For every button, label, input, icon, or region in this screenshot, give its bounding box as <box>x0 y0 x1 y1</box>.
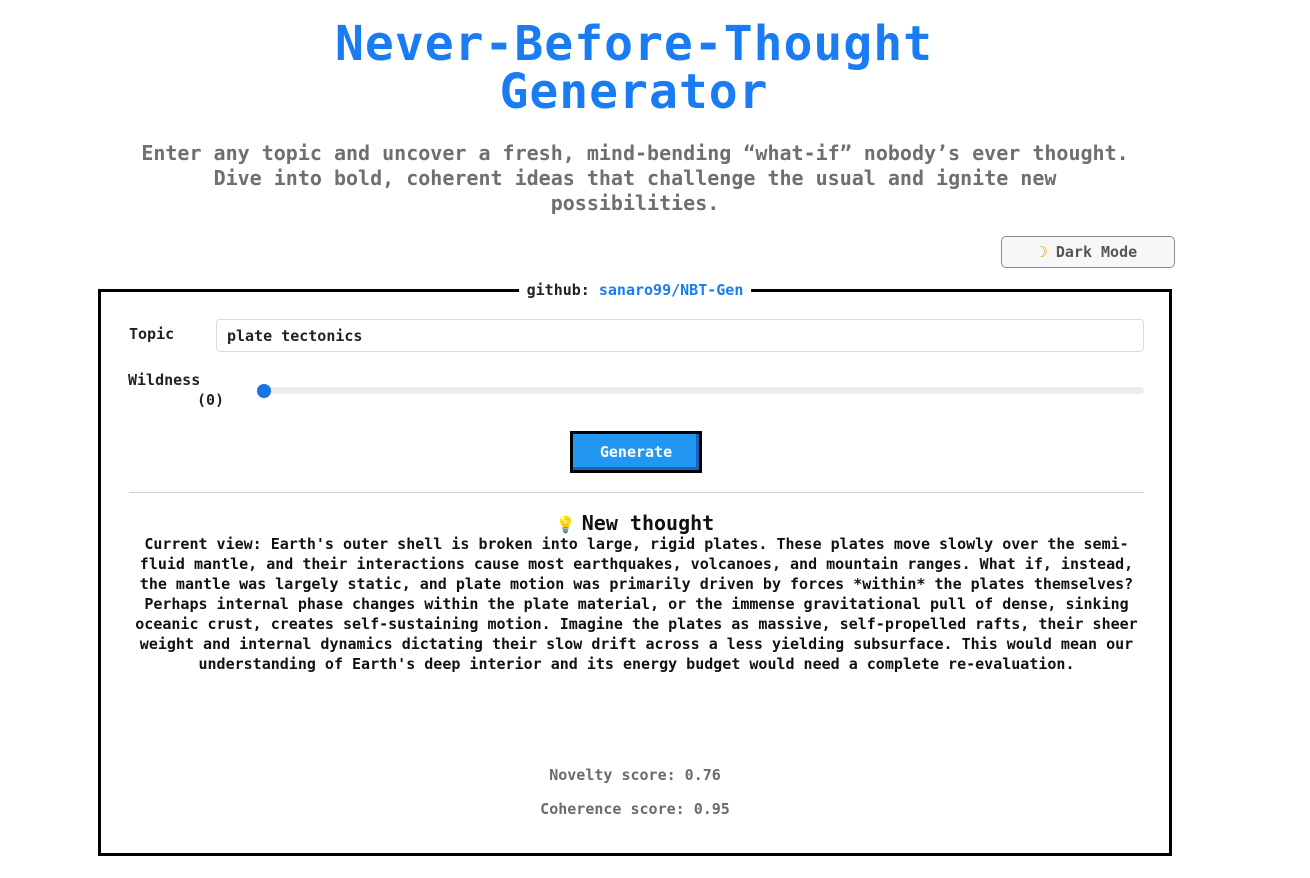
title-line-1: Never-Before-Thought <box>335 16 933 72</box>
page-subtitle: Enter any topic and uncover a fresh, min… <box>141 141 1129 215</box>
generate-button[interactable]: Generate <box>570 431 702 473</box>
wildness-value: (0) <box>197 391 225 409</box>
title-line-2: Generator <box>499 64 769 120</box>
moon-icon: ☽ <box>1038 243 1048 261</box>
topic-input-value: plate tectonics <box>227 326 363 345</box>
topic-input[interactable]: plate tectonics <box>216 319 1144 352</box>
thought-heading: 💡 New thought <box>101 511 1169 535</box>
github-link[interactable]: sanaro99/NBT-Gen <box>599 281 744 299</box>
dark-mode-label: Dark Mode <box>1055 243 1138 261</box>
wildness-label: Wildness <box>128 371 201 389</box>
wildness-slider-track[interactable] <box>259 387 1144 394</box>
novelty-score: Novelty score: 0.76 <box>549 766 721 784</box>
divider <box>129 492 1144 493</box>
thought-text: Current view: Earth's outer shell is bro… <box>135 535 1138 673</box>
coherence-score: Coherence score: 0.95 <box>540 800 730 818</box>
lightbulb-icon: 💡 <box>555 515 576 534</box>
page-title: Never-Before-Thought Generator <box>0 20 1268 116</box>
generator-panel: github: sanaro99/NBT-Gen Topic plate tec… <box>98 281 1172 856</box>
panel-legend: github: sanaro99/NBT-Gen <box>101 280 1169 300</box>
github-label: github: <box>526 281 590 299</box>
dark-mode-button[interactable]: ☽ Dark Mode <box>1001 236 1175 268</box>
topic-label: Topic <box>129 325 175 343</box>
wildness-slider-thumb[interactable] <box>257 384 271 398</box>
thought-heading-text: New thought <box>581 511 715 535</box>
